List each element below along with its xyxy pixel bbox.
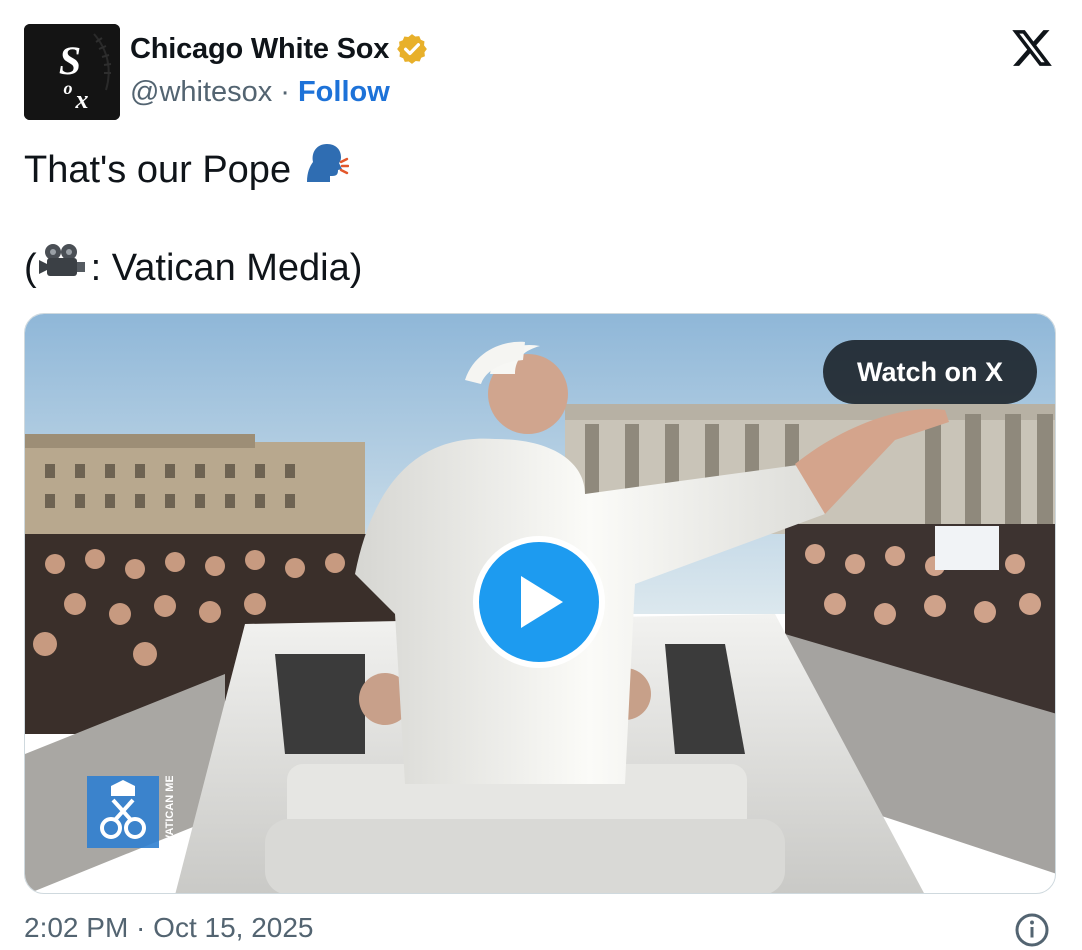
- svg-text:o: o: [64, 78, 73, 98]
- vatican-media-watermark: VATICAN MEDIA: [87, 756, 187, 848]
- video-player[interactable]: Watch on X VATICAN MEDIA: [24, 313, 1056, 894]
- author-display-name[interactable]: Chicago White Sox: [130, 33, 389, 66]
- svg-text:x: x: [75, 85, 89, 114]
- play-button[interactable]: [473, 536, 605, 668]
- author-handle-row: @whitesox · Follow: [130, 76, 390, 109]
- play-icon: [521, 576, 563, 628]
- embedded-tweet: S o x Chicago White Sox @whitesox · Foll…: [0, 0, 1082, 950]
- separator-dot: ·: [280, 76, 290, 108]
- speaking-head-icon: [301, 142, 350, 198]
- x-logo-icon[interactable]: [1010, 26, 1054, 70]
- author-handle[interactable]: @whitesox: [130, 76, 272, 109]
- vatican-keys-icon: VATICAN MEDIA: [87, 756, 176, 848]
- verified-badge-icon: [397, 34, 428, 64]
- tweet-text-line-1: That's our Pope: [24, 144, 362, 194]
- tweet-timestamp[interactable]: 2:02 PM · Oct 15, 2025: [24, 912, 314, 944]
- movie-camera-icon: [37, 242, 91, 294]
- credit-open-paren: (: [24, 247, 37, 289]
- tweet-text: That's our Pope (: Vatican Media): [24, 144, 362, 292]
- credit-text: : Vatican Media): [90, 247, 363, 289]
- info-icon[interactable]: [1014, 912, 1050, 948]
- tweet-text-line-2: ( : Vatican Media): [24, 244, 362, 292]
- svg-text:VATICAN MEDIA: VATICAN MEDIA: [164, 776, 176, 842]
- follow-button[interactable]: Follow: [298, 76, 390, 109]
- tweet-text-main: That's our Pope: [24, 149, 292, 191]
- white-sox-logo-icon: S o x: [24, 24, 120, 120]
- watch-on-x-button[interactable]: Watch on X: [823, 340, 1037, 404]
- author-name-row: Chicago White Sox: [130, 32, 429, 66]
- avatar[interactable]: S o x: [24, 24, 120, 120]
- svg-text:S: S: [59, 38, 81, 83]
